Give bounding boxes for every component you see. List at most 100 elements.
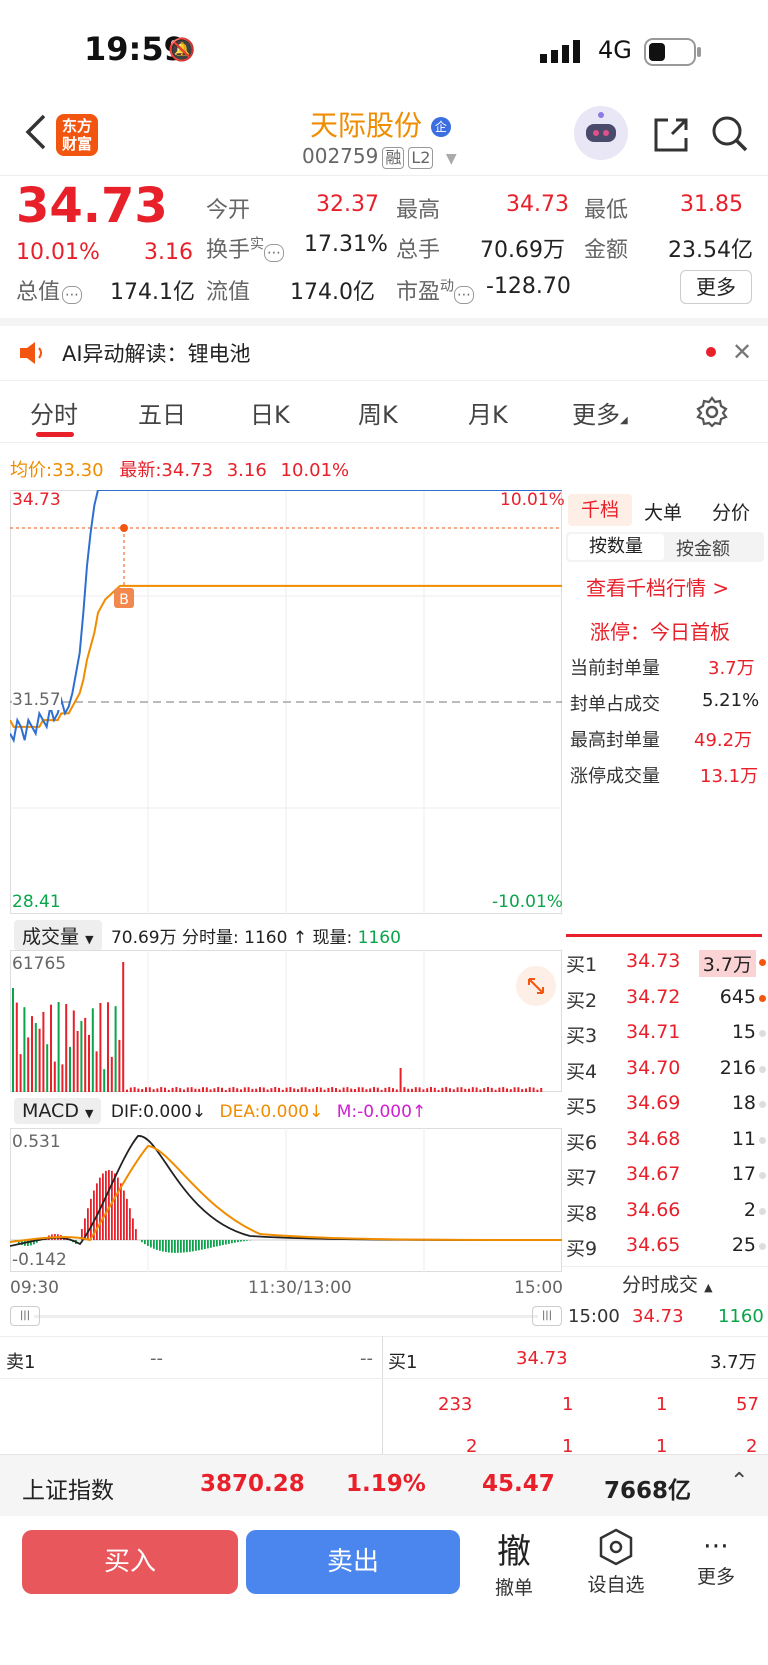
stat-label: 换手实⋯: [206, 232, 285, 264]
current-price: 34.73: [16, 178, 168, 234]
stat-row-value: 49.2万: [694, 730, 753, 751]
volume-bar: [464, 1088, 467, 1092]
volume-bar: [395, 1089, 398, 1092]
time-scrollbar[interactable]: ||| |||: [10, 1306, 562, 1326]
volume-bar: [426, 1088, 429, 1092]
volume-bar: [509, 1089, 512, 1092]
volume-bar: [403, 1087, 406, 1092]
queue-row-clip: 2 1 1 2: [0, 1436, 768, 1454]
volume-bar: [475, 1087, 478, 1092]
index-bar[interactable]: 上证指数 3870.28 1.19% 45.47 7668亿 ⌃: [0, 1454, 768, 1516]
subtab-by-amount[interactable]: 按金额: [676, 535, 730, 561]
more-menu-button[interactable]: ⋯ 更多: [690, 1530, 742, 1589]
bell-off-icon: 🔕: [168, 38, 196, 63]
close-icon[interactable]: ✕: [732, 338, 752, 366]
sell-price: --: [150, 1348, 163, 1369]
settings-icon[interactable]: [696, 396, 728, 432]
more-button[interactable]: 更多: [680, 270, 752, 304]
volume-bar: [392, 1088, 394, 1092]
volume-bar: [145, 1087, 147, 1092]
view-level-book-link[interactable]: 查看千档行情 >: [586, 572, 729, 601]
volume-bar: [323, 1089, 326, 1092]
index-value: 3870.28: [200, 1471, 305, 1497]
macd-bar: [141, 1240, 143, 1243]
stat-label: 金额: [584, 238, 629, 263]
volume-bar: [506, 1088, 508, 1092]
macd-chart[interactable]: [10, 1128, 562, 1272]
tab-five-day[interactable]: 五日: [138, 395, 186, 430]
macd-max: 0.531: [12, 1132, 61, 1152]
y-axis-high-pct: 10.01%: [500, 490, 565, 510]
volume-bar: [445, 1087, 448, 1092]
volume-chart[interactable]: [10, 950, 562, 1092]
tab-price-dist[interactable]: 分价: [712, 498, 750, 525]
volume-bar: [528, 1087, 531, 1092]
expand-icon[interactable]: [516, 966, 556, 1006]
subtab-by-quantity[interactable]: 按数量: [568, 534, 664, 560]
stat-row-value: 3.7万: [708, 658, 755, 679]
share-icon[interactable]: [652, 116, 690, 158]
volume-bar: [103, 1069, 106, 1092]
stat-label: 最低: [584, 198, 629, 223]
macd-bar: [153, 1240, 155, 1249]
y-axis-high: 34.73: [12, 490, 61, 510]
stock-code[interactable]: 002759 融 L2 ▼: [302, 144, 457, 169]
volume-bar: [456, 1087, 459, 1092]
volume-bar: [376, 1087, 379, 1092]
macd-bar: [114, 1173, 116, 1240]
search-icon[interactable]: [710, 114, 750, 158]
volume-bar: [388, 1087, 391, 1092]
scroll-handle-right: |||: [532, 1306, 562, 1326]
network-type: 4G: [598, 36, 632, 64]
bid-volume: 15: [731, 1021, 756, 1043]
queue-cell: 2: [466, 1436, 478, 1454]
macd-bar: [192, 1240, 194, 1252]
bid-dot: [759, 994, 766, 1002]
tab-intraday[interactable]: 分时: [30, 395, 78, 430]
bid-label: 买2: [566, 989, 598, 1012]
volume-bar: [521, 1089, 524, 1092]
macd-selector[interactable]: MACD ▼: [14, 1098, 102, 1124]
macd-bar: [246, 1240, 248, 1241]
tab-monthly[interactable]: 月K: [468, 395, 508, 430]
stat-row-label: 当前封单量: [570, 658, 660, 679]
volume-bar: [80, 1021, 83, 1092]
bid-volume: 3.7万: [698, 950, 756, 977]
tab-more[interactable]: 更多◢: [572, 395, 628, 430]
sell-button[interactable]: 卖出: [246, 1530, 460, 1594]
volume-bar: [289, 1087, 292, 1092]
volume-bar: [141, 1089, 144, 1092]
buy-button[interactable]: 买入: [22, 1530, 238, 1594]
volume-bar: [494, 1089, 497, 1092]
tab-level-book[interactable]: 千档: [568, 494, 632, 526]
volume-bar: [243, 1087, 246, 1092]
macd-bar: [201, 1240, 203, 1250]
bid-dot: [759, 1243, 766, 1250]
cancel-order-button[interactable]: 撤 撤单: [484, 1524, 544, 1600]
tab-daily[interactable]: 日K: [250, 395, 290, 430]
robot-avatar-icon[interactable]: [574, 106, 628, 160]
volume-bar: [327, 1087, 330, 1092]
macd-bar: [195, 1240, 197, 1251]
volume-bar: [183, 1089, 185, 1092]
volume-bar: [42, 1011, 45, 1092]
ai-bar[interactable]: AI异动解读：锂电池: [62, 338, 251, 368]
buy-label: 买1: [388, 1352, 418, 1373]
volume-bar: [483, 1088, 486, 1092]
volume-bar: [107, 1002, 109, 1092]
volume-bar: [365, 1089, 368, 1092]
dots-icon: ⋯: [703, 1531, 729, 1561]
bid-label: 买9: [566, 1238, 598, 1260]
macd-bar: [126, 1198, 128, 1240]
tab-weekly[interactable]: 周K: [358, 395, 398, 430]
chevron-up-icon[interactable]: ⌃: [730, 1469, 748, 1494]
tab-big-order[interactable]: 大单: [644, 498, 682, 525]
add-watchlist-button[interactable]: 设自选: [580, 1528, 652, 1597]
volume-selector[interactable]: 成交量 ▼: [14, 920, 102, 951]
back-icon[interactable]: [22, 112, 50, 156]
queue-cell: 1: [562, 1436, 574, 1454]
volume-bar: [297, 1089, 299, 1092]
price-chart[interactable]: B: [10, 490, 562, 914]
volume-bar: [88, 1034, 90, 1092]
tick-list-title[interactable]: 分时成交 ▲: [622, 1270, 713, 1297]
